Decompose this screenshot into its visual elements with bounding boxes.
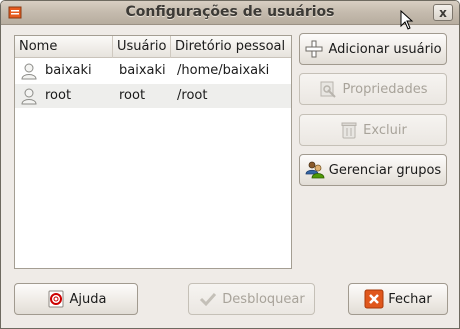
- users-list-header: Nome Usuário Diretório pessoal: [15, 36, 291, 58]
- table-row[interactable]: root root /root: [15, 84, 291, 108]
- help-button[interactable]: Ajuda: [14, 283, 138, 315]
- row-home: /root: [177, 88, 208, 103]
- user-icon: [21, 63, 37, 80]
- help-label: Ajuda: [69, 291, 107, 307]
- column-header-name[interactable]: Nome: [15, 36, 113, 58]
- title-bar[interactable]: Configurações de usuários x: [1, 1, 459, 25]
- add-user-button[interactable]: Adicionar usuário: [299, 33, 447, 65]
- close-label: Fechar: [388, 291, 432, 307]
- unlock-label: Desbloquear: [222, 291, 305, 307]
- add-user-label: Adicionar usuário: [328, 41, 442, 57]
- column-header-user[interactable]: Usuário: [113, 36, 171, 58]
- help-icon: [48, 290, 64, 308]
- window-title: Configurações de usuários: [125, 4, 335, 20]
- row-home: /home/baixaki: [177, 63, 270, 78]
- row-user: baixaki: [119, 63, 166, 78]
- delete-button[interactable]: Excluir: [299, 114, 447, 146]
- row-name: baixaki: [45, 63, 92, 78]
- properties-icon: [320, 81, 337, 98]
- manage-groups-button[interactable]: Gerenciar grupos: [299, 154, 447, 186]
- close-x-icon: [364, 289, 384, 309]
- properties-label: Propriedades: [342, 81, 428, 97]
- window-close-button[interactable]: x: [433, 4, 453, 21]
- check-icon: [200, 292, 217, 307]
- users-group-icon: [305, 161, 325, 179]
- column-header-home[interactable]: Diretório pessoal: [171, 36, 291, 58]
- window-close-icon: x: [439, 5, 447, 20]
- table-row[interactable]: baixaki baixaki /home/baixaki: [15, 59, 291, 83]
- user-icon: [21, 88, 37, 105]
- users-settings-window: Configurações de usuários x Nome Usuário…: [0, 0, 460, 329]
- properties-button[interactable]: Propriedades: [299, 73, 447, 105]
- row-name: root: [45, 88, 72, 103]
- users-list[interactable]: Nome Usuário Diretório pessoal baixaki b…: [14, 35, 292, 269]
- row-user: root: [119, 88, 146, 103]
- trash-icon: [341, 122, 357, 139]
- mouse-pointer-icon: [400, 10, 414, 30]
- close-button[interactable]: Fechar: [348, 283, 448, 315]
- unlock-button[interactable]: Desbloquear: [188, 283, 315, 315]
- manage-groups-label: Gerenciar grupos: [328, 162, 442, 178]
- plus-icon: [305, 40, 323, 58]
- delete-label: Excluir: [363, 122, 407, 138]
